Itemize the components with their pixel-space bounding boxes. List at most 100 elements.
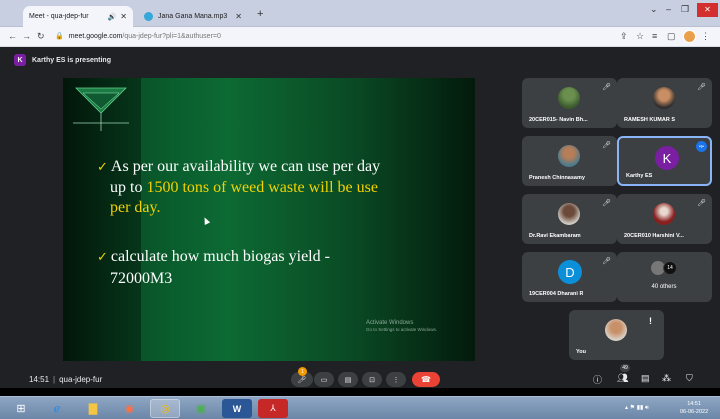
participant-name: You [576, 349, 586, 355]
participant-tile-speaking[interactable]: K •ı• Karthy ES [617, 136, 712, 186]
forward-icon[interactable]: → [22, 31, 31, 41]
speaker-icon[interactable]: 🔊 [108, 13, 117, 21]
slide-logo-icon [73, 87, 129, 131]
tray-date: 06-06-2022 [680, 409, 709, 415]
reading-list-icon[interactable]: ≡ [652, 31, 657, 41]
close-icon[interactable]: ✕ [120, 12, 127, 21]
windows-taskbar: ⊞ ℯ ▇ ◉ ◎ ▣ W ⅄ ▴ ⚑ ▮▮ 🔊︎ 14:51 06-06-20… [0, 396, 720, 419]
tab-song-title: Jana Gana Mana.mp3 [158, 13, 228, 20]
tray-time: 14:51 [687, 401, 701, 407]
system-tray[interactable]: ▴ ⚑ ▮▮ 🔊︎ [625, 404, 649, 412]
participant-name: 20CER015- Navin Bh... [529, 117, 588, 123]
others-tile[interactable]: 14 40 others [617, 252, 712, 302]
participant-tile[interactable]: 🎤︎ 20CER015- Navin Bh... [522, 78, 617, 128]
meet-area: K Karthy ES is presenting ✓ As per our av… [0, 47, 720, 388]
mic-off-icon: 🎤︎ [697, 200, 706, 207]
slide-line-1: ✓ As per our availability we can use per … [97, 158, 380, 176]
participant-tile[interactable]: 🎤︎ Pranesh Chinnasamy [522, 136, 617, 186]
url-host: meet.google.com [68, 33, 123, 40]
maximize-icon[interactable]: ❐ [681, 4, 689, 15]
hang-up-button[interactable]: ☎ [412, 372, 440, 387]
more-options-icon: ⋮ [392, 376, 400, 384]
checkmark-bullet-icon: ✓ [97, 159, 108, 174]
checkmark-bullet-icon: ✓ [97, 249, 108, 264]
tab-song[interactable]: Jana Gana Mana.mp3 ✕ [138, 6, 248, 27]
phone-icon: ☎ [421, 375, 431, 384]
participant-name: Dr.Ravi Ekambaram [529, 233, 581, 239]
tab-search-icon[interactable]: ⌄ [650, 4, 658, 15]
chrome-icon[interactable]: ◎ [150, 399, 180, 418]
mic-badge: 1 [298, 367, 307, 376]
camera-icon: ▭ [320, 376, 328, 384]
watermark-subtitle: Go to Settings to activate Windows. [366, 327, 438, 332]
address-bar[interactable]: 🔒 meet.google.com/qua-jdep-fur?pli=1&aut… [55, 30, 615, 44]
side-panel-icon[interactable]: ▢ [667, 31, 676, 42]
presenting-label: Karthy ES is presenting [32, 56, 111, 64]
music-icon [144, 12, 153, 21]
menu-dots-icon[interactable]: ⋮ [701, 31, 710, 42]
slide-text-2b: 1500 tons of weed waste will be use [146, 179, 378, 196]
alert-icon[interactable]: ! [649, 316, 652, 326]
participant-tile[interactable]: D 🎤︎ 19CER004 Dharani R [522, 252, 617, 302]
pdf-reader-icon[interactable]: ⅄ [258, 399, 288, 418]
mic-off-icon: 🎤︎ [602, 142, 611, 149]
lock-icon: 🔒 [55, 33, 64, 40]
info-icon[interactable]: ⓘ [593, 373, 602, 386]
word-icon[interactable]: W [222, 399, 252, 418]
window-close-button[interactable]: ✕ [697, 3, 718, 17]
browser-toolbar: ← → ↻ 🔒 meet.google.com/qua-jdep-fur?pli… [0, 27, 720, 47]
internet-explorer-icon[interactable]: ℯ [42, 399, 72, 418]
back-icon[interactable]: ← [8, 31, 17, 41]
host-controls-icon[interactable]: ⛉ [686, 373, 693, 384]
bookmark-star-icon[interactable]: ☆ [636, 31, 644, 42]
participant-tile[interactable]: 🎤︎ RAMESH KUMAR S [617, 78, 712, 128]
slide-line-5: 72000M3 [110, 270, 173, 287]
others-label: 40 others [651, 284, 677, 290]
more-options-button[interactable]: ⋮ [386, 372, 406, 387]
slide-text-4: calculate how much biogas yield - [110, 248, 330, 265]
participant-tile[interactable]: 🎤︎ 20CER010 Harshini V... [617, 194, 712, 244]
participant-photo [558, 203, 580, 225]
participant-name: Pranesh Chinnasamy [529, 175, 585, 181]
taskbar-clock[interactable]: 14:51 06-06-2022 [680, 400, 708, 416]
meeting-code: qua-jdep-fur [59, 375, 103, 384]
participant-avatar-letter: K [655, 146, 679, 170]
chat-icon[interactable]: ▤ [641, 373, 650, 384]
slide-text-2a: up to [110, 179, 147, 196]
participant-photo [653, 87, 675, 109]
participant-photo [558, 87, 580, 109]
participant-name: Karthy ES [626, 173, 653, 179]
image-viewer-icon[interactable]: ▣ [186, 399, 216, 418]
captions-button[interactable]: ▤ [338, 372, 358, 387]
close-icon[interactable]: ✕ [235, 12, 242, 21]
meeting-info: 14:51 | qua-jdep-fur [29, 375, 102, 384]
windows-start-button[interactable]: ⊞ [6, 399, 36, 418]
mic-button[interactable]: 🎤︎ 1 [291, 367, 313, 387]
mouse-pointer-icon [201, 216, 211, 225]
people-icon[interactable]: 👥︎ [617, 373, 628, 384]
reload-icon[interactable]: ↻ [37, 31, 45, 42]
profile-avatar[interactable] [683, 30, 696, 43]
slide-line-3: per day. [110, 199, 161, 216]
present-button[interactable]: ⊡ [362, 372, 382, 387]
participant-name: 19CER004 Dharani R [529, 291, 584, 297]
presenter-avatar: K [14, 54, 26, 66]
share-icon[interactable]: ⇪ [620, 31, 628, 42]
others-count-badge: 14 [663, 261, 677, 275]
present-icon: ⊡ [369, 376, 375, 384]
media-player-icon[interactable]: ◉ [114, 399, 144, 418]
new-tab-button[interactable]: + [257, 8, 263, 20]
people-count-badge: 49 [620, 364, 630, 372]
activities-icon[interactable]: ⁂ [662, 373, 671, 384]
self-tile[interactable]: ! You [569, 310, 664, 360]
participant-tile[interactable]: 🎤︎ Dr.Ravi Ekambaram [522, 194, 617, 244]
camera-button[interactable]: ▭ [314, 372, 334, 387]
presenting-banner: K Karthy ES is presenting [14, 54, 111, 66]
participant-name: 20CER010 Harshini V... [624, 233, 684, 239]
others-avatars: 14 [651, 261, 679, 275]
minimize-icon[interactable]: – [666, 4, 671, 14]
slide-line-2: up to 1500 tons of weed waste will be us… [110, 179, 378, 197]
tab-meet[interactable]: Meet - qua-jdep-fur 🔊 ✕ [23, 6, 133, 62]
mic-off-icon: 🎤︎ [697, 84, 706, 91]
file-explorer-icon[interactable]: ▇ [78, 399, 108, 418]
